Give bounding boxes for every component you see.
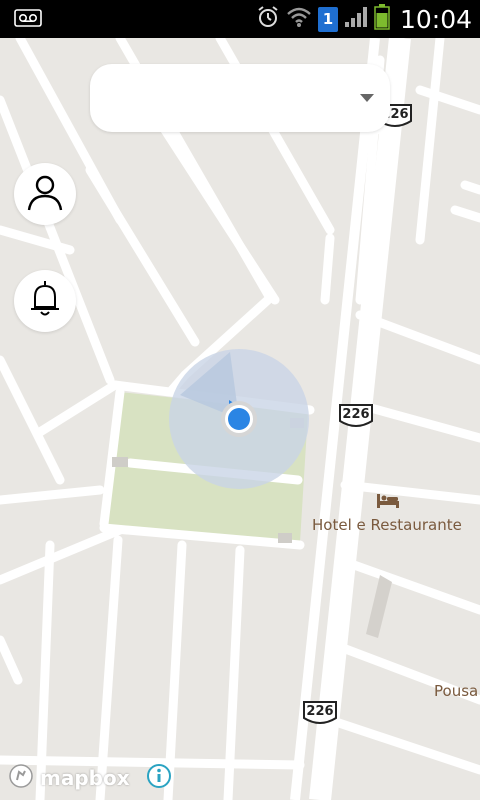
profile-button[interactable] xyxy=(14,163,76,225)
mapbox-logo-icon xyxy=(8,763,34,793)
alarm-icon xyxy=(256,5,280,33)
wifi-icon xyxy=(286,6,312,32)
route-shield: 226 xyxy=(338,403,374,429)
status-bar: 1 10:04 xyxy=(0,0,480,38)
person-icon xyxy=(25,172,65,216)
current-location-icon xyxy=(218,398,260,440)
location-selector-dropdown[interactable] xyxy=(90,64,390,132)
poi-label-pousa[interactable]: Pousa xyxy=(434,682,478,700)
sim-icon: 1 xyxy=(317,6,338,32)
map-view[interactable]: 226 226 226 Hotel e Restaurante Pousa xyxy=(0,38,480,800)
status-time: 10:04 xyxy=(399,4,472,34)
notifications-button[interactable] xyxy=(14,270,76,332)
signal-icon xyxy=(344,6,368,32)
poi-label-hotel[interactable]: Hotel e Restaurante xyxy=(312,516,462,534)
mapbox-wordmark: mapbox xyxy=(40,766,130,790)
map-attribution: mapbox xyxy=(8,762,172,794)
route-shield: 226 xyxy=(302,700,338,726)
info-icon[interactable] xyxy=(146,763,172,793)
battery-icon xyxy=(374,4,390,34)
bell-icon xyxy=(27,279,63,323)
dropdown-caret-icon xyxy=(360,94,374,102)
voicemail-icon xyxy=(14,9,42,31)
